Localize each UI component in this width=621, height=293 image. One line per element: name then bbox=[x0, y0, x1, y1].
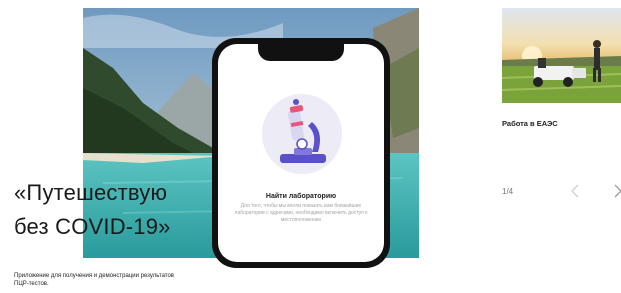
microscope-icon bbox=[260, 92, 344, 176]
phone-notch bbox=[258, 44, 344, 61]
chevron-right-icon[interactable] bbox=[612, 183, 621, 199]
screen-description: Для того, чтобы мы могли показать вам бл… bbox=[234, 203, 368, 223]
phone-screen: Найти лабораторию Для того, чтобы мы мог… bbox=[218, 44, 384, 262]
chevron-left-icon[interactable] bbox=[569, 183, 581, 199]
card-title[interactable]: Работа в ЕАЭС bbox=[502, 119, 558, 128]
page-subtitle: Приложение для получения и демонстрации … bbox=[14, 273, 174, 287]
page-title-line-1: «Путешествую bbox=[14, 180, 168, 205]
slide-counter: 1/4 bbox=[502, 187, 514, 196]
phone-mockup: Найти лабораторию Для того, чтобы мы мог… bbox=[212, 38, 390, 268]
page-title: «Путешествую без COVID-19» bbox=[14, 176, 171, 244]
page-title-line-2: без COVID-19» bbox=[14, 214, 171, 239]
card-image[interactable] bbox=[502, 8, 621, 103]
screen-title: Найти лабораторию bbox=[265, 193, 337, 200]
